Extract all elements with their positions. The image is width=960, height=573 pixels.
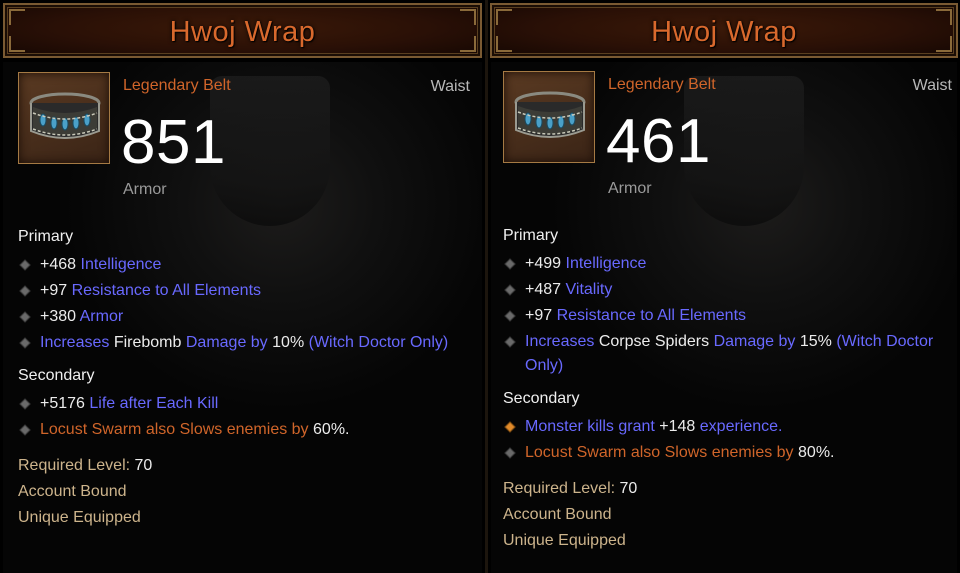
stat-prefix: Increases [525,333,595,350]
item-type: Legendary Belt [608,76,716,93]
diamond-bullet-icon [19,398,31,410]
stat-name: Intelligence [80,256,162,273]
diamond-bullet-icon [504,310,516,322]
stat-value: +487 [525,281,562,298]
stat-value: 15% [799,333,832,350]
item-tooltip-left: Hwoj Wrap Legendary Belt Waist 851 Armor… [0,0,485,573]
armor-shield-watermark [210,76,330,226]
tooltip-header: Hwoj Wrap [3,3,482,58]
stat-name: Intelligence [565,255,647,272]
legendary-affix-text: Locust Swarm also Slows enemies by [525,444,794,461]
class-restriction: (Witch Doctor Only) [308,334,449,351]
unique-equipped: Unique Equipped [503,532,626,549]
stat-value: +97 [40,282,68,299]
stat-value: +97 [525,307,553,324]
diamond-bullet-icon [19,424,31,436]
secondary-stat: Monster kills grant +148 experience. [503,415,952,439]
item-slot: Waist [912,77,952,94]
diamond-bullet-icon [504,447,516,459]
tooltip-header: Hwoj Wrap [490,3,958,58]
stat-value: 10% [272,334,305,351]
account-bound: Account Bound [18,483,127,500]
stat-prefix: Monster kills grant [525,418,655,435]
diamond-bullet-icon [19,337,31,349]
diamond-bullet-icon [19,259,31,271]
primary-stat: +468 Intelligence [18,253,477,277]
armor-value: 851 [121,108,226,177]
legendary-affix-text: Locust Swarm also Slows enemies by [40,421,309,438]
gold-diamond-bullet-icon [504,421,516,433]
stat-value: +5176 [40,395,85,412]
item-tooltip-right: Hwoj Wrap Legendary Belt Waist 461 Armor… [488,0,960,573]
diamond-bullet-icon [19,285,31,297]
primary-skill-stat: Increases Firebomb Damage by 10% (Witch … [18,331,477,355]
stats-section: Primary +468 Intelligence +97 Resistance… [18,227,477,531]
diamond-bullet-icon [504,258,516,270]
belt-icon [18,72,110,164]
primary-skill-stat: Increases Corpse Spiders Damage by 15% (… [503,330,952,378]
unique-equipped: Unique Equipped [18,509,141,526]
secondary-heading: Secondary [503,390,580,407]
legendary-affix: Locust Swarm also Slows enemies by 60%. [18,418,477,442]
skill-name: Firebomb [113,334,182,351]
affix-suffix: . [345,421,350,438]
stat-name: Resistance to All Elements [556,307,747,324]
account-bound: Account Bound [503,506,612,523]
armor-label: Armor [123,181,167,198]
armor-label: Armor [608,180,652,197]
affix-suffix: . [830,444,835,461]
belt-icon [503,71,595,163]
stat-name: Armor [79,308,124,325]
stat-name: Vitality [565,281,613,298]
stat-name: Resistance to All Elements [71,282,262,299]
primary-stat: +380 Armor [18,305,477,329]
item-title: Hwoj Wrap [169,16,316,48]
item-type: Legendary Belt [123,77,231,94]
stat-prefix: Increases [40,334,110,351]
secondary-stat: +5176 Life after Each Kill [18,392,477,416]
stat-name: experience. [699,418,783,435]
stat-name: Damage by [185,334,268,351]
secondary-heading: Secondary [18,367,95,384]
item-title: Hwoj Wrap [651,16,797,48]
diamond-bullet-icon [504,336,516,348]
primary-stat: +487 Vitality [503,278,952,302]
stat-value: 60% [313,421,346,438]
stats-section: Primary +499 Intelligence +487 Vitality … [503,226,952,554]
required-level-label: Required Level: [503,480,616,497]
primary-heading: Primary [503,227,559,244]
stat-value: +468 [40,256,77,273]
required-level-value: 70 [134,457,153,474]
armor-value: 461 [606,107,711,176]
diamond-bullet-icon [19,311,31,323]
stat-value: +499 [525,255,562,272]
primary-stat: +97 Resistance to All Elements [18,279,477,303]
legendary-affix: Locust Swarm also Slows enemies by 80%. [503,441,952,465]
diamond-bullet-icon [504,284,516,296]
required-level-label: Required Level: [18,457,131,474]
primary-stat: +97 Resistance to All Elements [503,304,952,328]
skill-name: Corpse Spiders [598,333,710,350]
required-level: Required Level: 70 [503,476,952,502]
required-level-value: 70 [619,480,638,497]
item-slot: Waist [430,78,470,95]
primary-stat: +499 Intelligence [503,252,952,276]
stat-value: +380 [40,308,77,325]
stat-value: 80% [798,444,831,461]
stat-name: Damage by [713,333,796,350]
stat-name: Life after Each Kill [89,395,219,412]
class-restriction-continued: Only) [525,357,564,374]
primary-heading: Primary [18,228,74,245]
class-restriction: (Witch Doctor [836,333,934,350]
required-level: Required Level: 70 [18,453,477,479]
stat-value: +148 [659,418,696,435]
